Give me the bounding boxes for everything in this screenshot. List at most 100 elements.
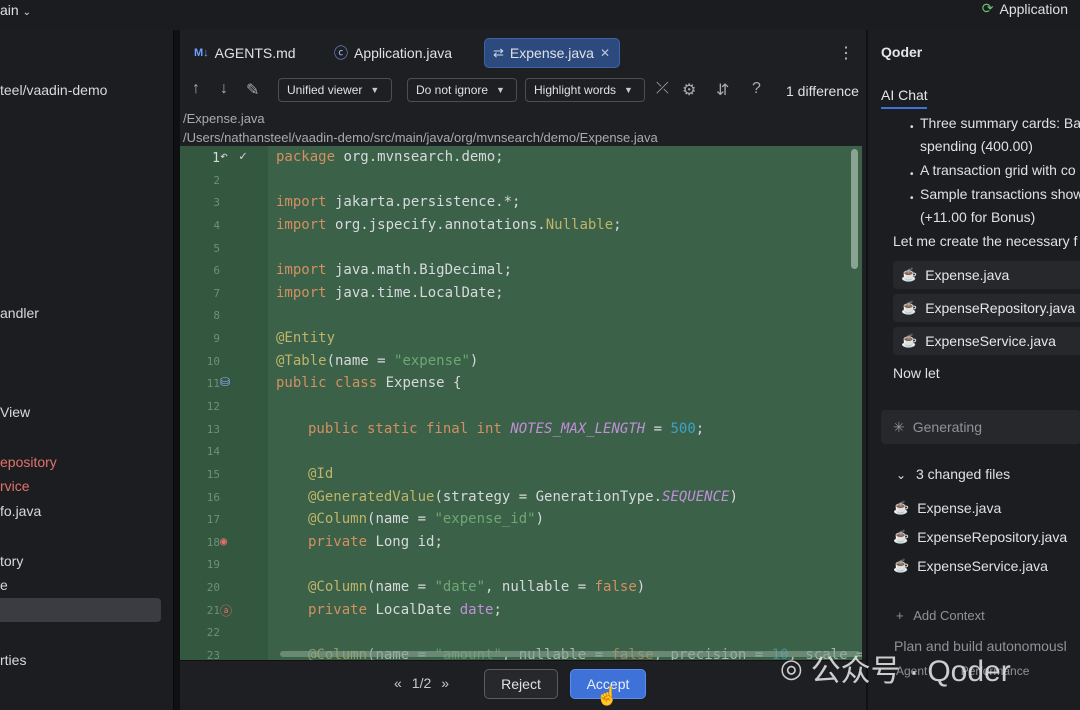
changed-file-item[interactable]: ☕ ExpenseService.java [893,558,1048,574]
accept-check-icon[interactable]: ✓ [239,149,247,164]
vertical-scrollbar[interactable] [851,149,858,269]
line-number: 11 [206,377,220,390]
wechat-logo-icon: ◎ [780,652,803,683]
java-file-icon: ☕ [901,333,918,348]
reject-button[interactable]: Reject [484,669,558,699]
diff-toolbar: ↑ ↓ ✎ Unified viewer ▼ Do not ignore ▼ H… [180,76,866,106]
changed-file-label: ExpenseRepository.java [917,529,1068,545]
line-number: 5 [213,242,220,255]
line-number: 6 [213,264,220,277]
code-line: public static final int NOTES_MAX_LENGTH… [308,421,705,437]
code-line: private Long id; [308,534,443,550]
markdown-icon: M↓ [194,47,209,59]
close-icon[interactable]: ✕ [600,46,610,60]
code-line: import java.time.LocalDate; [276,285,504,301]
tree-item-repository[interactable]: epository [0,454,57,470]
line-number: 17 [206,513,220,526]
more-options-icon[interactable]: ⋮ [838,43,854,63]
tree-item-tory[interactable]: tory [0,553,23,569]
project-switcher[interactable]: ain ⌄ [0,2,31,18]
line-number: 21 [206,604,220,617]
project-tree-panel: teel/vaadin-demo andler View epository r… [0,30,174,710]
ignore-dropdown[interactable]: Do not ignore ▼ [407,78,517,102]
tab-label: Application.java [354,45,453,61]
tree-item-service[interactable]: rvice [0,478,30,494]
tab-agents-md[interactable]: M↓ AGENTS.md [186,38,304,68]
chat-bullet: Sample transactions show [920,186,1080,202]
file-path-full: /Users/nathansteel/vaadin-demo/src/main/… [183,130,658,145]
tree-item-project-path[interactable]: teel/vaadin-demo [0,82,107,98]
horizontal-scrollbar[interactable] [280,651,860,657]
tree-item-info-java[interactable]: fo.java [0,503,41,519]
gutter-annotation-icon[interactable]: ⓐ [220,602,232,619]
gutter-annotation-icon[interactable]: ◉ [220,534,227,548]
java-file-icon: ☕ [901,267,918,282]
caret-down-icon: ▼ [496,85,505,95]
code-line: @Id [308,466,334,482]
tab-application-java[interactable]: ⓒ Application.java [326,38,460,68]
line-number: 1 [212,151,220,166]
line-number: 14 [206,445,220,458]
title-bar: ain ⌄ ⟳ Application [0,0,1080,30]
selected-tree-row[interactable] [0,598,161,622]
tab-label: AGENTS.md [214,45,296,61]
tree-item-properties[interactable]: rties [0,652,26,668]
file-card-expense[interactable]: ☕ Expense.java [893,261,1080,289]
line-number: 10 [206,355,220,368]
file-card-label: ExpenseService.java [925,333,1056,349]
changed-files-toggle[interactable]: ⌄ 3 changed files [896,466,1010,482]
sync-scroll-icon[interactable]: ⇵ [716,80,729,100]
changed-file-item[interactable]: ☕ Expense.java [893,500,1001,516]
generating-label: Generating [912,419,983,435]
database-icon[interactable]: ⛁ [220,375,230,389]
file-path-short: /Expense.java [183,111,265,126]
revert-icon[interactable]: ↶ [220,149,228,164]
highlight-dropdown[interactable]: Highlight words ▼ [525,78,645,102]
file-card-label: Expense.java [925,267,1010,283]
pencil-icon[interactable]: ✎ [246,80,259,100]
code-line: @Table(name = "expense") [276,353,479,369]
line-number: 18 [206,536,220,549]
file-card-expense-service[interactable]: ☕ ExpenseService.java [893,327,1080,355]
tree-item-handler[interactable]: andler [0,305,39,321]
java-file-icon: ☕ [893,558,910,573]
code-line: import jakarta.persistence.*; [276,194,521,210]
gear-icon[interactable]: ⚙ [682,80,696,100]
line-number: 22 [206,626,220,639]
arrow-up-icon[interactable]: ↑ [192,80,200,98]
line-number: 23 [206,649,220,660]
collapse-icon[interactable]: ⤫ [656,80,669,98]
caret-down-icon: ▼ [624,85,633,95]
code-line: import java.math.BigDecimal; [276,262,513,278]
help-icon[interactable]: ? [752,80,761,98]
next-change-icon[interactable]: » [441,675,449,691]
plus-icon: + [896,608,904,623]
file-card-expense-repository[interactable]: ☕ ExpenseRepository.java [893,294,1080,322]
previous-change-icon[interactable]: « [394,675,402,691]
bullet-icon: • [910,193,914,204]
tab-expense-java[interactable]: ⇄ Expense.java ✕ [484,38,620,68]
java-file-icon: ☕ [901,300,918,315]
changed-files-title: 3 changed files [915,466,1011,482]
chat-bullet-continued: spending (400.00) [920,138,1033,154]
chat-bullet: A transaction grid with co [920,162,1076,178]
line-number: 12 [206,400,220,413]
line-number: 9 [213,332,220,345]
watermark-text: 公众号 · Qoder [810,655,1011,688]
panel-title: Qoder [881,44,923,60]
ai-assistant-panel: Qoder AI Chat • Three summary cards: Ba … [868,30,1080,710]
file-card-label: ExpenseRepository.java [925,300,1076,316]
changed-file-item[interactable]: ☕ ExpenseRepository.java [893,529,1067,545]
viewer-dropdown[interactable]: Unified viewer ▼ [278,78,392,102]
diff-editor: M↓ AGENTS.md ⓒ Application.java ⇄ Expens… [180,30,866,710]
tree-item-view[interactable]: View [0,404,30,420]
run-config-selector[interactable]: ⟳ Application [982,0,1068,17]
code-view[interactable]: 1 2 3 4 5 6 7 8 9 10 11 12 13 14 15 16 17 18 19 20 21 22 23 ↶ … [180,146,862,660]
add-context-button[interactable]: + Add Context [896,608,985,623]
tab-ai-chat[interactable]: AI Chat [881,87,928,103]
line-number: 20 [206,581,220,594]
tree-item-e[interactable]: e [0,577,8,593]
arrow-down-icon[interactable]: ↓ [220,80,228,98]
wechat-watermark: ◎ 公众号 · Qoder [780,646,1011,690]
chevron-down-icon: ⌄ [896,468,907,482]
